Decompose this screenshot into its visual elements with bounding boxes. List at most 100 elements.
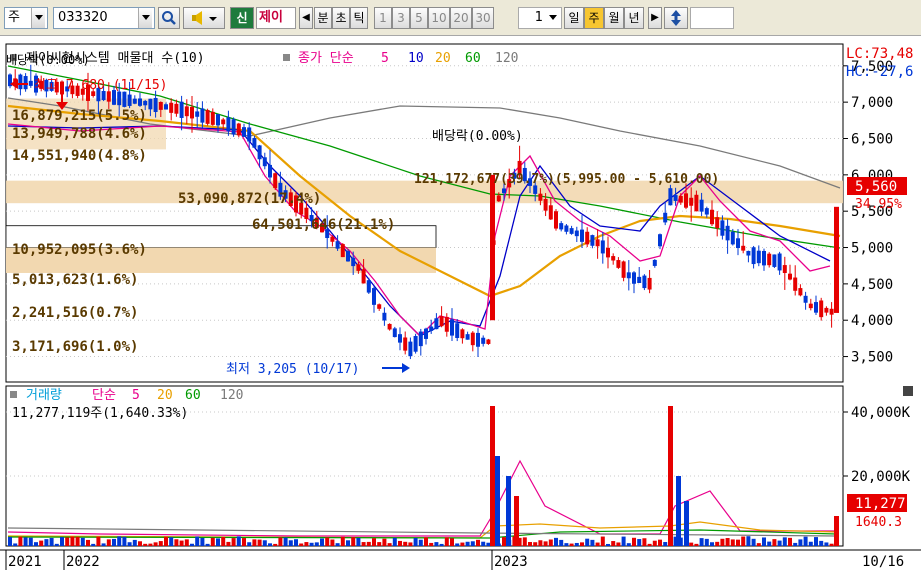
volume-bar (39, 540, 44, 546)
volume-bar (611, 541, 616, 546)
volume-bar (424, 537, 428, 546)
volume-bar (132, 539, 137, 546)
volume-axis-label: 40,000K (851, 405, 911, 421)
interval-20-button[interactable]: 20 (450, 7, 472, 29)
timeframe-day-button[interactable]: 일 (564, 7, 584, 29)
volume-bar (528, 542, 532, 546)
volume-bar (490, 406, 495, 546)
volume-bar (569, 543, 574, 546)
search-button[interactable] (158, 7, 180, 29)
interval-1-button[interactable]: 1 (374, 7, 392, 29)
timeframe-week-button[interactable]: 주 (584, 7, 604, 29)
volume-bar (429, 542, 434, 546)
volume-bar (819, 540, 824, 546)
volume-bar (580, 542, 584, 546)
candle-body (377, 304, 382, 309)
candle-body (496, 195, 501, 202)
candle-body (221, 119, 226, 125)
chart-canvas[interactable]: 7,5007,0006,5006,0005,5005,0004,5004,000… (0, 36, 921, 580)
new-button[interactable]: 신 (230, 7, 254, 29)
candle-body (647, 277, 652, 290)
interval-10-button[interactable]: 10 (428, 7, 450, 29)
candle-body (626, 272, 631, 279)
volume-bar (117, 536, 122, 546)
volume-bar (413, 537, 418, 546)
candle-body (600, 240, 605, 254)
next-arrow-button[interactable]: ▶ (648, 7, 662, 29)
volume-bar (668, 406, 673, 546)
candle-body (777, 253, 782, 271)
timeframe-year-button[interactable]: 년 (624, 7, 644, 29)
interval-3-button[interactable]: 3 (392, 7, 410, 29)
volume-axis-label: 20,000K (851, 469, 911, 485)
candle-body (824, 307, 829, 313)
interval-value-input[interactable]: 1 (518, 7, 562, 29)
volume-bar (751, 538, 756, 546)
candle-body (164, 104, 168, 110)
ma-legend-label: 종가 단순 (298, 51, 354, 66)
chart-area[interactable]: 7,500 7,000 6,500 6,000 5,500 5,000 4,500 4,000… (0, 36, 921, 580)
interval-5-button[interactable]: 5 (410, 7, 428, 29)
volume-bar (44, 539, 49, 546)
candle-body (585, 231, 590, 245)
candle-body (117, 91, 122, 106)
price-axis-label: 4,000 (851, 313, 893, 329)
candle-body (392, 328, 397, 338)
volume-ma-period-20: 20 (157, 388, 173, 403)
candle-body (663, 212, 668, 223)
blank-input[interactable] (690, 7, 734, 29)
candle-body (559, 223, 564, 230)
candle-body (262, 157, 267, 167)
candle-body (720, 220, 725, 236)
volume-bar (689, 542, 694, 546)
candle-body (460, 329, 465, 339)
stock-code-input[interactable]: 033320 (53, 7, 155, 29)
candle-body (424, 328, 428, 339)
volume-bar (268, 543, 272, 546)
company-name-field[interactable]: 제이 (256, 7, 296, 29)
sound-button[interactable] (183, 7, 225, 29)
period-minute-button[interactable]: 분 (314, 7, 332, 29)
candle-body (444, 316, 449, 332)
candle-body (699, 199, 704, 212)
market-select[interactable]: 주 (4, 7, 48, 29)
candle-body (132, 98, 137, 104)
x-axis-label: 2023 (494, 554, 528, 570)
candle-body (803, 295, 808, 303)
candle-body (554, 211, 558, 229)
updown-button[interactable] (664, 7, 688, 29)
prev-arrow-button[interactable]: ◀ (299, 7, 313, 29)
volume-bar (720, 538, 725, 546)
volume-bar (777, 540, 782, 546)
candle-body (621, 261, 626, 278)
volume-bar (676, 476, 681, 546)
volume-bar (60, 537, 64, 546)
volume-bar (829, 543, 834, 546)
volume-bar (294, 539, 298, 546)
volume-bar (242, 538, 246, 546)
candle-body (143, 100, 148, 106)
panel-toggle-icon[interactable] (903, 386, 913, 396)
timeframe-month-button[interactable]: 월 (604, 7, 624, 29)
period-tick-button[interactable]: 틱 (350, 7, 368, 29)
volume-bar (595, 542, 600, 546)
interval-30-button[interactable]: 30 (472, 7, 494, 29)
candle-body (710, 209, 714, 225)
candle-body (772, 254, 777, 267)
volume-bar (195, 536, 200, 546)
volume-bar (590, 539, 595, 546)
volume-bar (506, 476, 511, 546)
volume-bar (23, 537, 28, 546)
dividend-mid-label: 배당락(0.00%) (432, 129, 523, 144)
candle-body (408, 341, 413, 357)
candle-body (762, 250, 766, 266)
candle-body (413, 336, 418, 352)
candle-body (439, 316, 444, 327)
volume-bar (798, 539, 803, 546)
candle-body (403, 337, 408, 351)
volume-bar (138, 541, 142, 546)
period-second-button[interactable]: 초 (332, 7, 350, 29)
candle-body (398, 334, 402, 343)
volume-bar (101, 543, 106, 546)
volume-bar (514, 496, 519, 546)
